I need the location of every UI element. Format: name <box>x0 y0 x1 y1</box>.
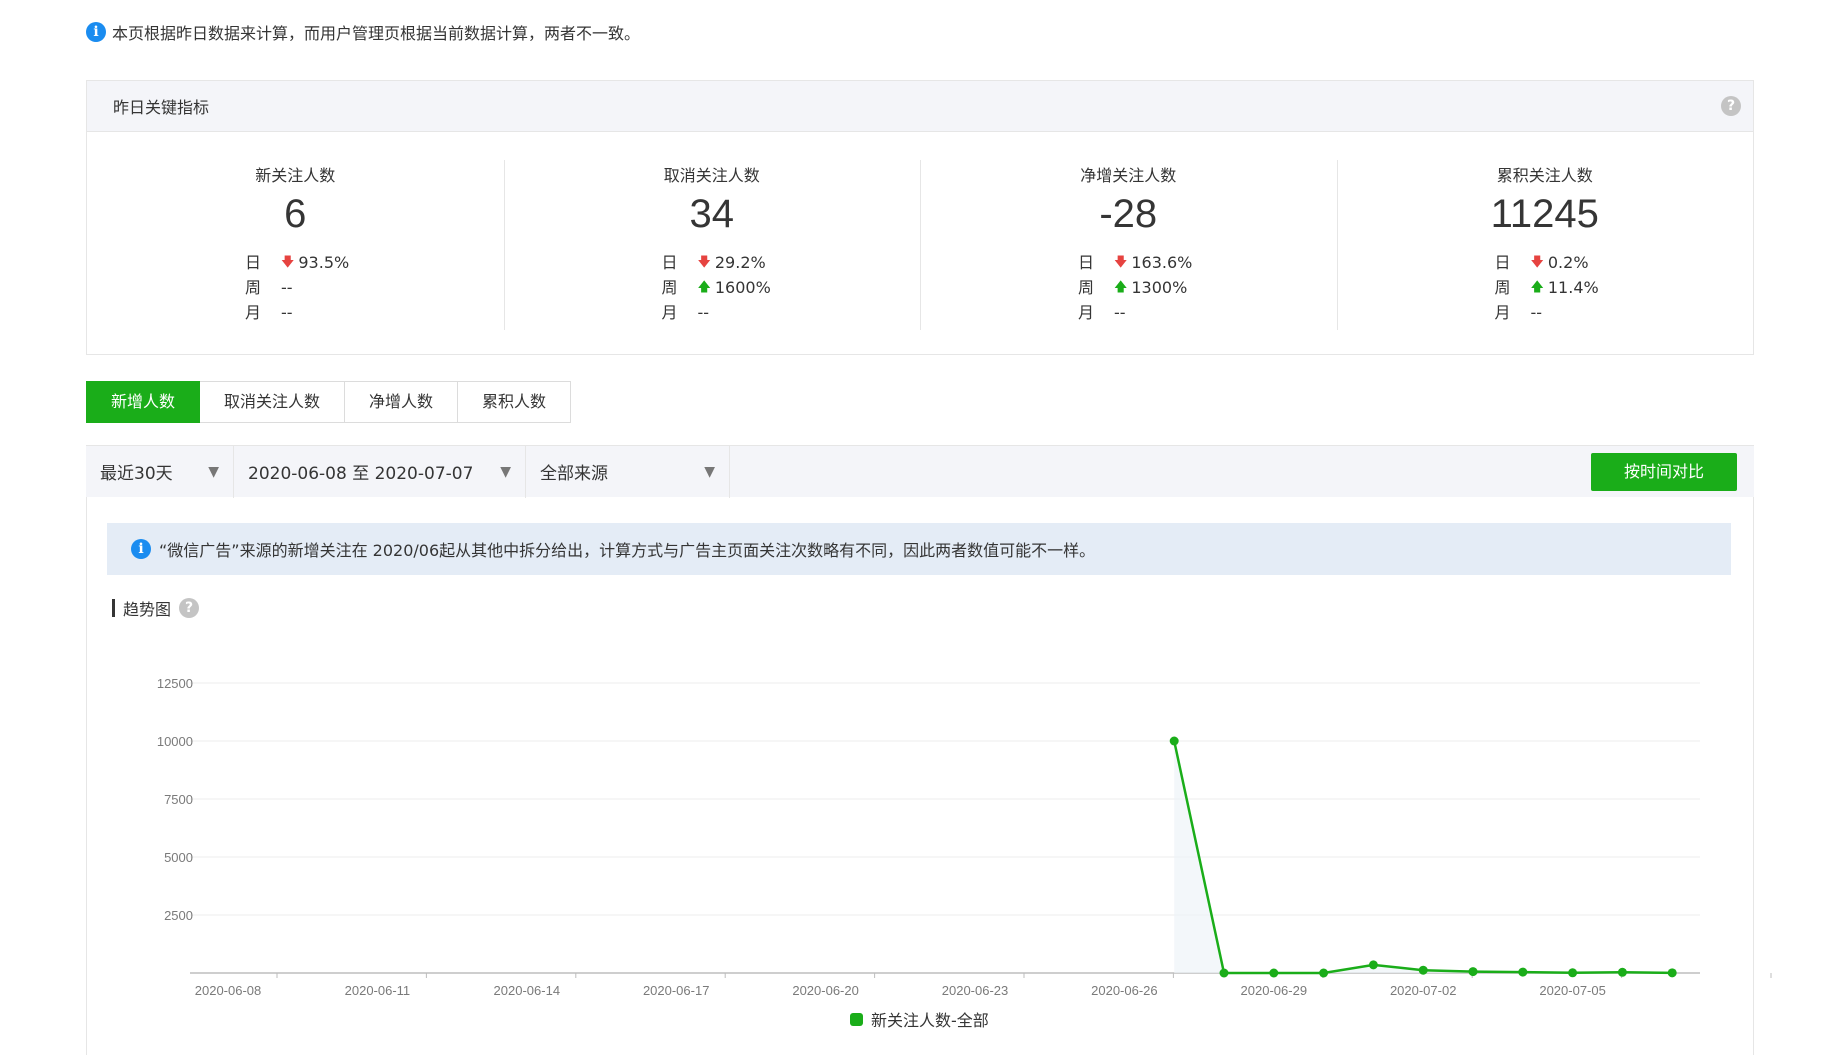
x-tick-label: 2020-06-20 <box>792 983 859 998</box>
data-point <box>1368 960 1378 970</box>
data-point <box>1219 968 1229 978</box>
x-tick-label: 2020-06-14 <box>494 983 561 998</box>
trend-chart: 2500 5000 7500 10000 12500 2020-06-08 2020-06-… <box>157 676 1772 998</box>
chart-legend[interactable]: 新关注人数-全部 <box>850 1007 989 1031</box>
x-tick-label: 2020-06-23 <box>942 983 1009 998</box>
y-tick-label: 10000 <box>157 734 193 749</box>
data-point <box>1319 968 1329 978</box>
data-point <box>1568 968 1578 978</box>
x-tick-label: 2020-06-26 <box>1091 983 1158 998</box>
y-tick-label: 7500 <box>164 792 193 807</box>
y-tick-label: 5000 <box>164 850 193 865</box>
x-tick-label: 2020-06-08 <box>195 983 262 998</box>
x-tick-label: 2020-06-17 <box>643 983 710 998</box>
x-tick-label: 2020-06-11 <box>345 983 411 998</box>
y-tick-label: 2500 <box>164 908 193 923</box>
data-point <box>1169 736 1179 746</box>
y-tick-label: 12500 <box>157 676 193 691</box>
data-point <box>1667 968 1677 978</box>
data-point <box>1518 967 1528 977</box>
x-tick-label: 2020-07-05 <box>1539 983 1606 998</box>
legend-label: 新关注人数-全部 <box>871 1011 989 1030</box>
data-point <box>1617 967 1627 977</box>
x-tick-label: 2020-07-02 <box>1390 983 1457 998</box>
legend-swatch <box>850 1012 863 1026</box>
x-tick-label: 2020-06-29 <box>1241 983 1308 998</box>
data-point <box>1468 967 1478 977</box>
data-point <box>1418 965 1428 975</box>
data-point <box>1269 968 1279 978</box>
